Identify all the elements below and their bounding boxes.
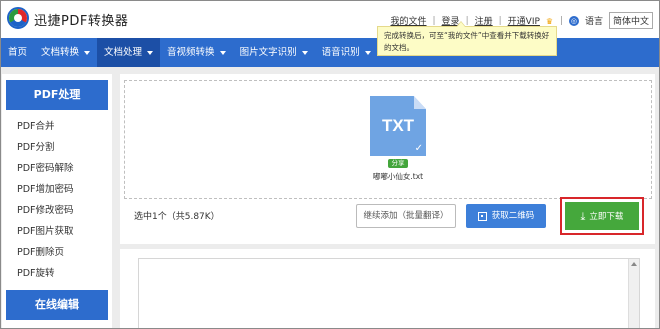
continue-add-button[interactable]: 继续添加（批量翻译） bbox=[356, 204, 456, 228]
download-icon: ⤓ bbox=[580, 209, 586, 223]
share-button[interactable]: 分享 bbox=[388, 159, 408, 168]
caret-down-icon bbox=[301, 50, 308, 55]
file-name: 嘟嘟小仙女.txt bbox=[372, 172, 424, 181]
sidebar-item-pdf-delete-pages[interactable]: PDF删除页 bbox=[17, 242, 112, 263]
sidebar-section-pdf: PDF处理 bbox=[6, 80, 108, 110]
get-qrcode-button[interactable]: 获取二维码 bbox=[466, 204, 546, 228]
qrcode-icon bbox=[477, 211, 487, 221]
app-title: 迅捷PDF转换器 bbox=[34, 14, 129, 29]
app-window: 迅捷PDF转换器 我的文件 | 登录 | 注册 | 开通VIP ♛ | ◎ 语言… bbox=[0, 0, 660, 329]
app-logo-icon bbox=[7, 7, 29, 29]
crown-icon: ♛ bbox=[545, 16, 554, 26]
nav-label: 文档转换 bbox=[41, 47, 80, 58]
divider: | bbox=[559, 15, 563, 26]
divider: | bbox=[432, 15, 436, 26]
sidebar-item-pdf-rotate[interactable]: PDF旋转 bbox=[17, 263, 112, 284]
caret-down-icon bbox=[84, 50, 91, 55]
result-textarea[interactable] bbox=[138, 258, 640, 328]
nav-speech-recognition[interactable]: 语音识别 bbox=[315, 38, 378, 67]
nav-audio-video-conversion[interactable]: 音视频转换 bbox=[160, 38, 233, 67]
check-icon: ✓ bbox=[414, 143, 423, 154]
sidebar-section-online-edit: 在线编辑 bbox=[6, 290, 108, 320]
nav-home[interactable]: 首页 bbox=[1, 38, 34, 67]
result-panel bbox=[120, 249, 655, 328]
main-panel: TXT ✓ 分享 嘟嘟小仙女.txt 选中1个（共5.87K） 继续添加（批量翻… bbox=[120, 74, 655, 244]
nav-label: 首页 bbox=[8, 47, 28, 58]
txt-file-icon: TXT ✓ bbox=[370, 96, 426, 156]
scrollbar[interactable] bbox=[628, 259, 639, 328]
sidebar-item-pdf-merge[interactable]: PDF合并 bbox=[17, 116, 112, 137]
language-label: 语言 bbox=[584, 17, 603, 27]
language-select[interactable]: 简体中文 bbox=[608, 12, 653, 29]
nav-label: 音视频转换 bbox=[167, 47, 215, 58]
nav-document-processing[interactable]: 文档处理 bbox=[97, 38, 161, 67]
file-extension: TXT bbox=[381, 116, 415, 135]
top-bar: 迅捷PDF转换器 我的文件 | 登录 | 注册 | 开通VIP ♛ | ◎ 语言… bbox=[1, 1, 659, 38]
divider: | bbox=[465, 15, 469, 26]
caret-down-icon bbox=[364, 50, 371, 55]
nav-image-ocr[interactable]: 图片文字识别 bbox=[233, 38, 315, 67]
nav-label: 语音识别 bbox=[321, 47, 360, 58]
my-files-tooltip: 完成转换后，可至“我的文件”中查看并下载转换好的文档。 bbox=[377, 21, 557, 56]
sidebar-item-pdf-extract-images[interactable]: PDF图片获取 bbox=[17, 221, 112, 242]
sidebar-item-pdf-add-password[interactable]: PDF增加密码 bbox=[17, 179, 112, 200]
nav-label: 文档处理 bbox=[104, 47, 143, 58]
caret-down-icon bbox=[147, 50, 154, 55]
sidebar-list: PDF合并 PDF分割 PDF密码解除 PDF增加密码 PDF修改密码 PDF图… bbox=[2, 116, 112, 284]
download-label: 立即下载 bbox=[589, 212, 624, 222]
nav-document-conversion[interactable]: 文档转换 bbox=[34, 38, 97, 67]
selection-count: 选中1个（共5.87K） bbox=[134, 212, 220, 222]
sidebar: PDF处理 PDF合并 PDF分割 PDF密码解除 PDF增加密码 PDF修改密… bbox=[2, 74, 112, 328]
caret-down-icon bbox=[219, 50, 226, 55]
sidebar-item-pdf-change-password[interactable]: PDF修改密码 bbox=[17, 200, 112, 221]
download-button[interactable]: ⤓ 立即下载 bbox=[565, 202, 639, 230]
nav-label: 图片文字识别 bbox=[239, 47, 297, 58]
globe-icon: ◎ bbox=[568, 15, 579, 26]
divider: | bbox=[498, 15, 502, 26]
qrcode-label: 获取二维码 bbox=[491, 211, 535, 221]
upload-dropzone[interactable]: TXT ✓ 分享 嘟嘟小仙女.txt bbox=[124, 80, 652, 199]
sidebar-item-pdf-split[interactable]: PDF分割 bbox=[17, 137, 112, 158]
main-nav: 首页 文档转换 文档处理 音视频转换 图片文字识别 语音识别 bbox=[1, 38, 659, 67]
file-card[interactable]: TXT ✓ 分享 嘟嘟小仙女.txt bbox=[363, 96, 433, 182]
scroll-up-icon[interactable] bbox=[631, 262, 637, 266]
sidebar-item-pdf-unlock[interactable]: PDF密码解除 bbox=[17, 158, 112, 179]
